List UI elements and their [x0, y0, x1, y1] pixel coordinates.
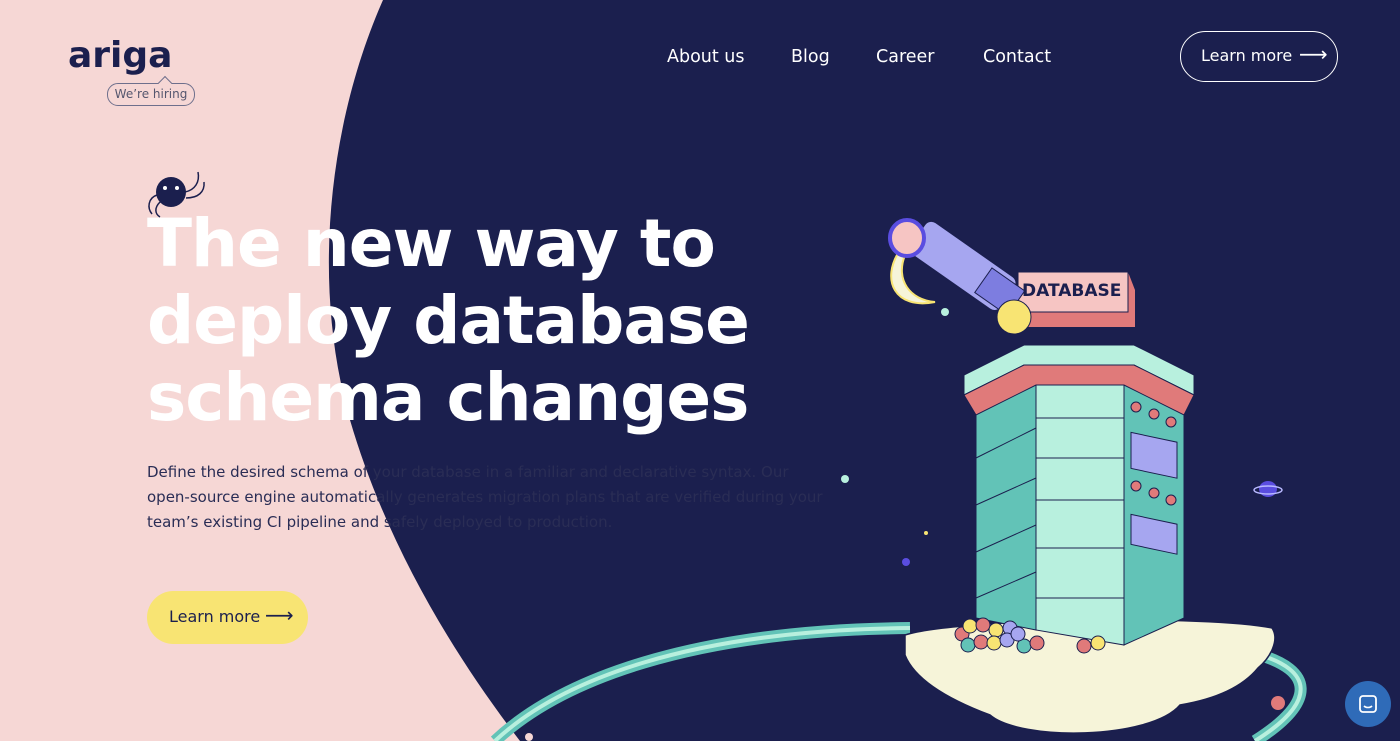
- logo: ariga: [68, 35, 173, 76]
- hero-title-line-1: The new way to: [147, 205, 716, 282]
- database-sign: DATABASE: [1022, 281, 1122, 301]
- nav-item-career[interactable]: Career: [876, 45, 934, 69]
- nav-item-about-us[interactable]: About us: [667, 45, 745, 69]
- logo-link[interactable]: ariga: [68, 38, 172, 74]
- arrow-right-icon: ⟶: [265, 603, 294, 627]
- landing-page: ariga We’re hiring About us Blog Career …: [0, 0, 1400, 741]
- hero-description-line-1: Define the desired schema of your databa…: [147, 463, 789, 481]
- hero-description-line-2: open-source engine automatically generat…: [147, 488, 823, 506]
- hero-title: The new way to deploy database schema ch…: [147, 205, 750, 436]
- hiring-badge[interactable]: We’re hiring: [107, 83, 195, 106]
- hero-learn-more-label: Learn more: [169, 607, 261, 626]
- hero-description-line-3: team’s existing CI pipeline and safely d…: [147, 513, 613, 531]
- header-learn-more-label: Learn more: [1201, 46, 1293, 65]
- hero-learn-more-button[interactable]: Learn more ⟶: [147, 591, 308, 644]
- chat-widget-button[interactable]: [1345, 681, 1391, 727]
- chat-icon: [1359, 695, 1377, 713]
- arrow-right-icon: ⟶: [1299, 42, 1328, 66]
- header-learn-more-button[interactable]: Learn more ⟶: [1180, 31, 1338, 82]
- nav-item-blog[interactable]: Blog: [791, 45, 830, 69]
- hero-description: Define the desired schema of your databa…: [147, 460, 847, 535]
- nav-item-contact[interactable]: Contact: [983, 45, 1051, 69]
- hero-title-line-3: schema changes: [147, 359, 749, 436]
- hero-title-line-2: deploy database: [147, 282, 750, 359]
